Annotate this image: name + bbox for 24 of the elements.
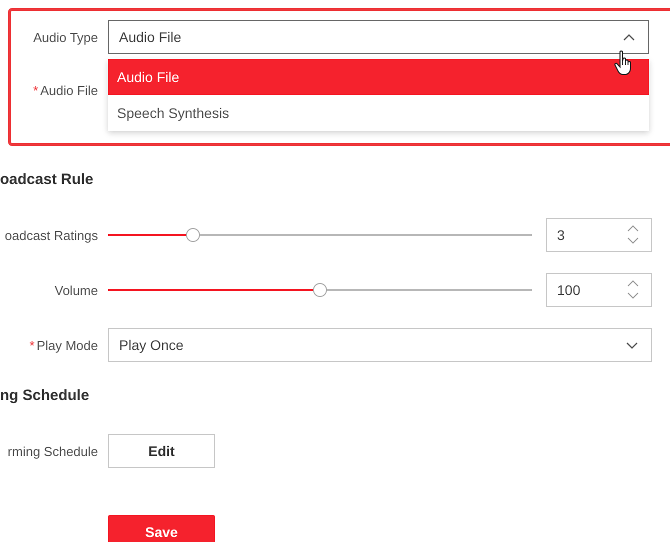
required-asterisk: * [33, 82, 38, 98]
chevron-up-icon [623, 34, 635, 40]
spinner-arrows-icon [627, 225, 639, 245]
dropdown-option[interactable]: Audio File [108, 59, 649, 95]
required-asterisk: * [30, 338, 35, 352]
section-title: oadcast Rule [0, 170, 94, 190]
field-label: Audio Type [33, 30, 98, 44]
number-input[interactable]: 100 [546, 273, 652, 307]
dropdown-field[interactable]: Audio File [108, 20, 649, 54]
dropdown-field[interactable]: Play Once [108, 328, 652, 362]
field-label: rming Schedule [8, 444, 98, 458]
edit-button[interactable]: Edit [108, 434, 215, 468]
field-label: Audio File [40, 82, 98, 98]
field-label: oadcast Ratings [4, 228, 98, 242]
slider-thumb[interactable] [313, 283, 327, 297]
number-input[interactable]: 3 [546, 218, 652, 252]
save-button[interactable]: Save [108, 515, 215, 542]
spinner-arrows-icon [627, 280, 639, 300]
field-label: Play Mode [36, 338, 98, 352]
chevron-down-icon [626, 342, 638, 348]
section-title: ng Schedule [0, 386, 90, 406]
dropdown-option[interactable]: Speech Synthesis [108, 95, 649, 131]
slider-thumb[interactable] [186, 228, 200, 242]
field-label: Volume [54, 282, 98, 298]
